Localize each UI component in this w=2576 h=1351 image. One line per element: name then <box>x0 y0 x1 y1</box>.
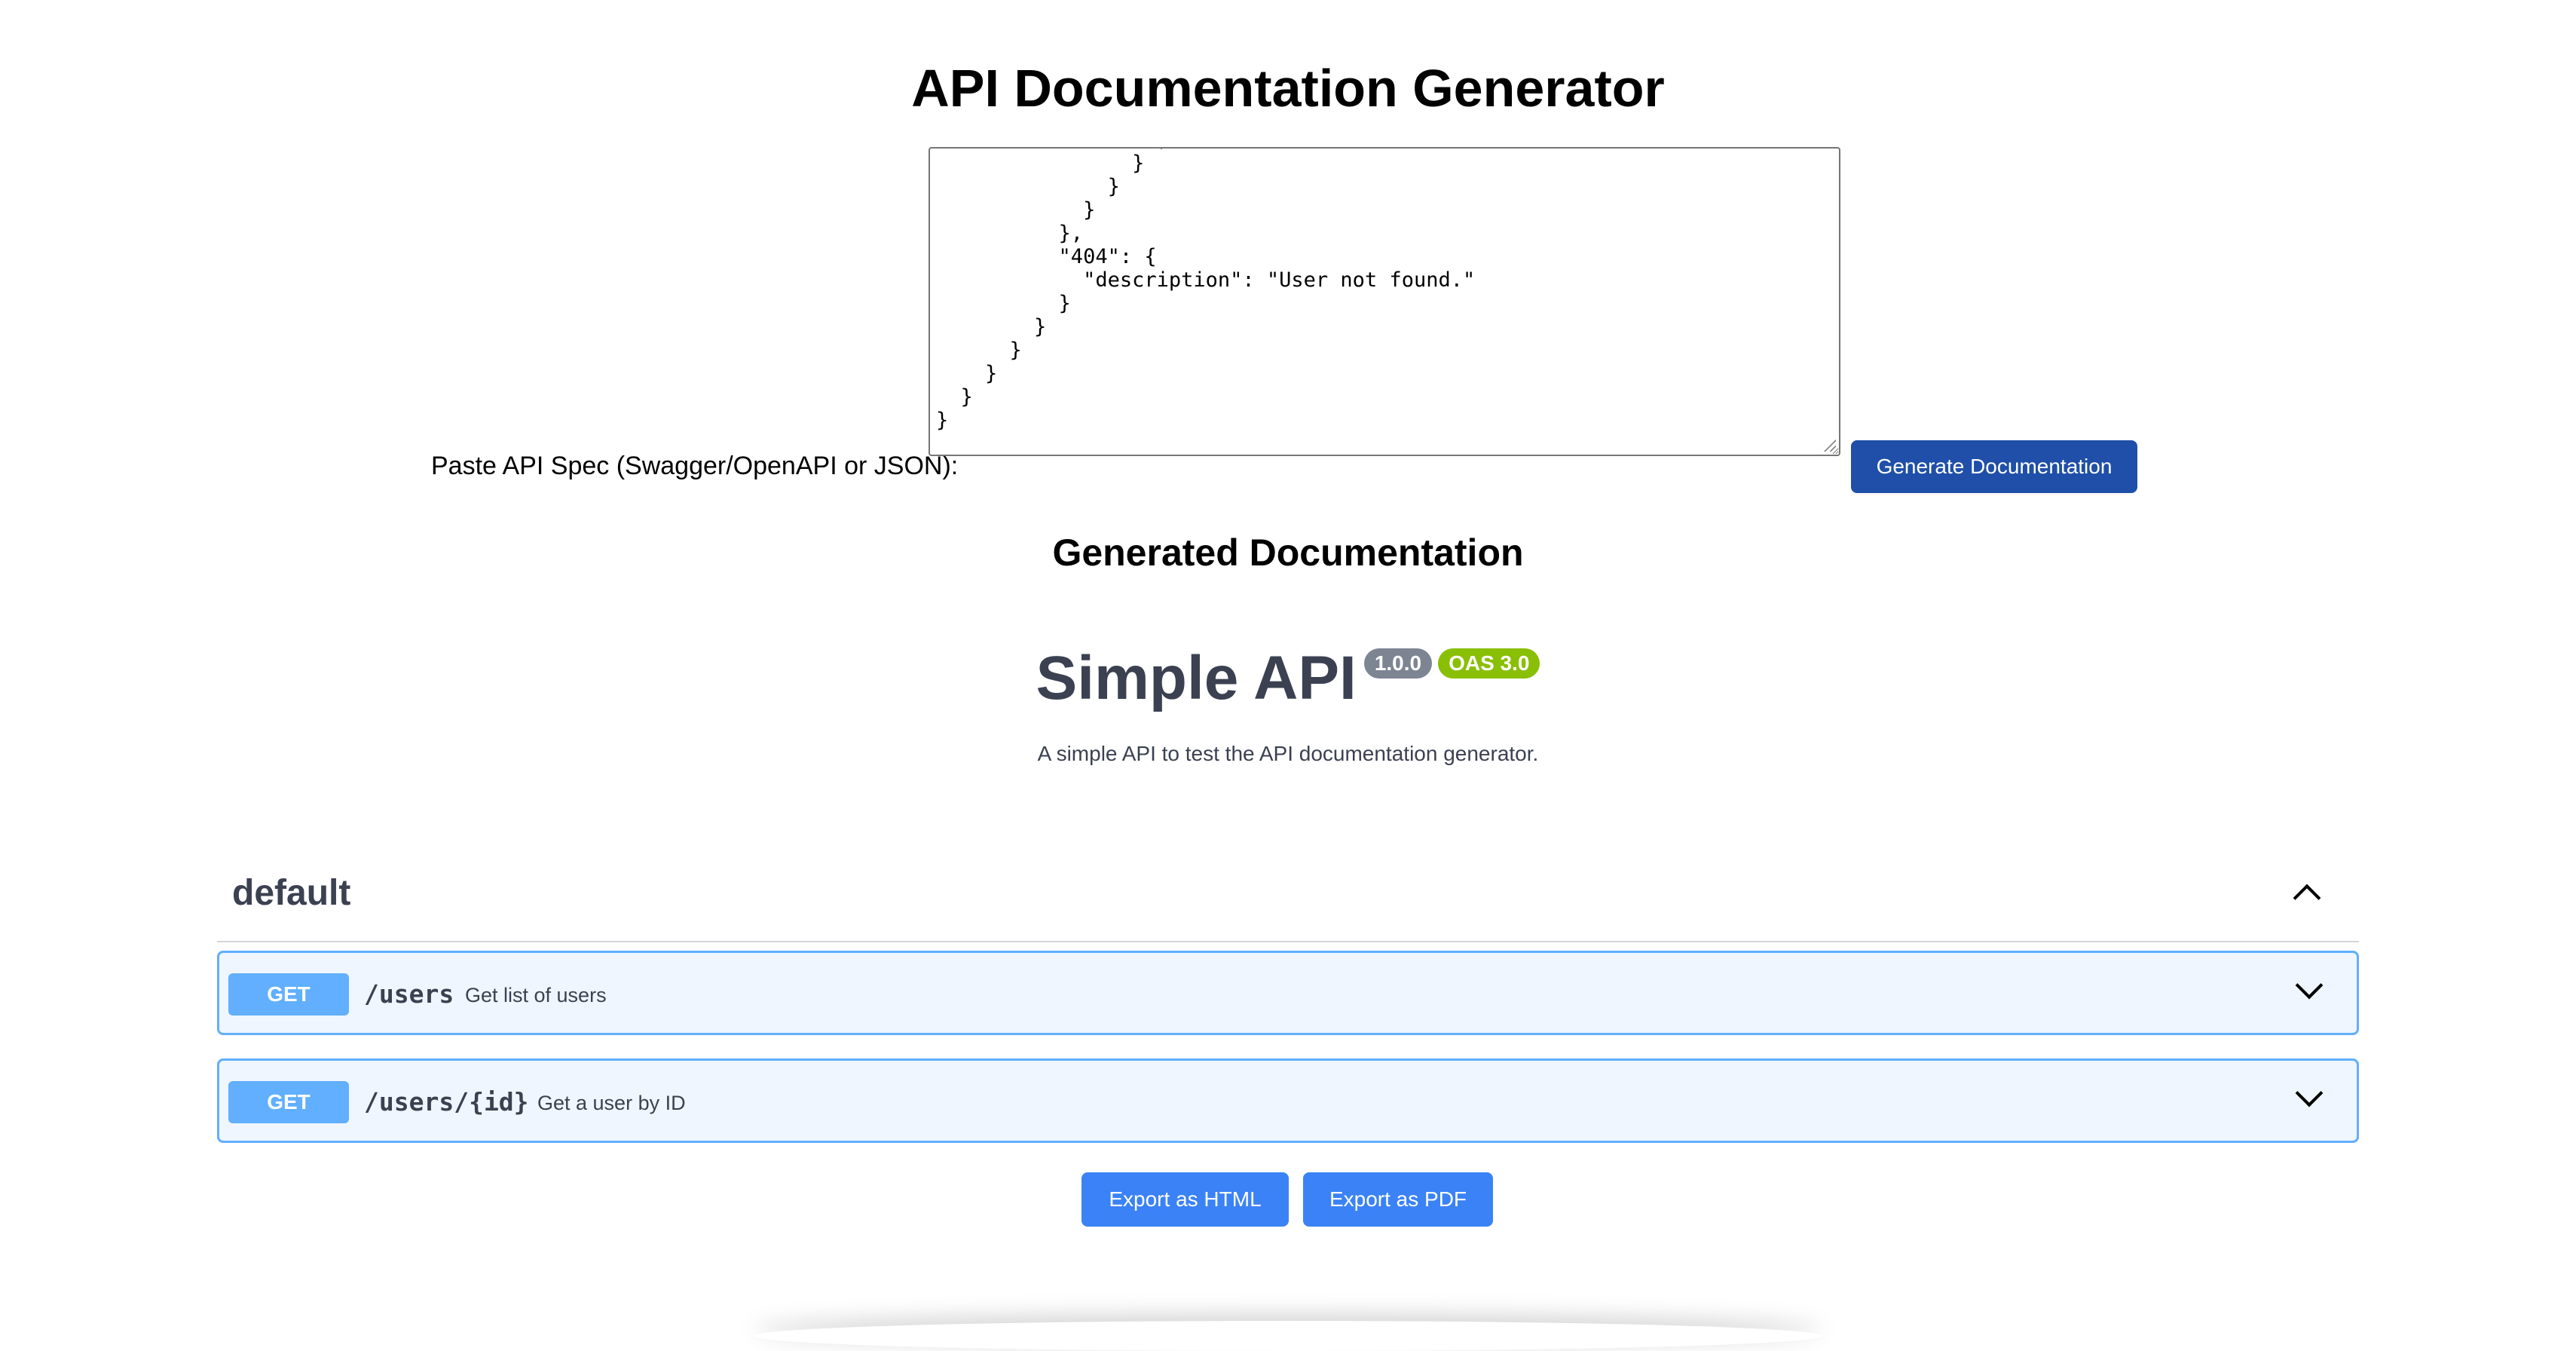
method-badge: GET <box>228 973 349 1016</box>
operation-summary: Get list of users <box>465 984 607 1006</box>
version-badge: 1.0.0 <box>1363 648 1433 679</box>
api-info-header: Simple API 1.0.0 OAS 3.0 <box>0 641 2576 716</box>
page-title: API Documentation Generator <box>911 59 1665 118</box>
export-html-button[interactable]: Export as HTML <box>1081 1172 1289 1227</box>
operation-path: /users/{id} <box>364 1087 529 1117</box>
operation-path: /users <box>364 979 454 1009</box>
oas-badge: OAS 3.0 <box>1438 648 1540 679</box>
chevron-down-icon[interactable] <box>2295 1079 2324 1107</box>
api-title: Simple API <box>1036 644 1357 712</box>
spec-input-textarea[interactable]: , } } } }, "404": { "description": "User… <box>929 147 1840 456</box>
spec-input-text: , } } } }, "404": { "description": "User… <box>936 149 1476 432</box>
export-pdf-button[interactable]: Export as PDF <box>1303 1172 1493 1227</box>
operation-summary: Get a user by ID <box>537 1092 686 1114</box>
spec-input-label: Paste API Spec (Swagger/OpenAPI or JSON)… <box>431 452 959 480</box>
bottom-panel-shadow <box>754 1321 1822 1351</box>
api-description: A simple API to test the API documentati… <box>1037 742 1539 765</box>
resize-grip-icon[interactable] <box>1822 438 1836 452</box>
generate-documentation-button[interactable]: Generate Documentation <box>1851 440 2137 493</box>
operation-get-user-by-id[interactable]: GET /users/{id} Get a user by ID <box>217 1058 2359 1143</box>
generated-documentation-heading: Generated Documentation <box>1052 532 1524 574</box>
operation-get-users[interactable]: GET /users Get list of users <box>217 951 2359 1035</box>
tag-section-default[interactable]: default <box>217 859 2359 942</box>
method-badge: GET <box>228 1081 349 1123</box>
chevron-down-icon[interactable] <box>2295 971 2324 1000</box>
chevron-up-icon[interactable] <box>2293 884 2321 912</box>
tag-name: default <box>232 873 351 913</box>
